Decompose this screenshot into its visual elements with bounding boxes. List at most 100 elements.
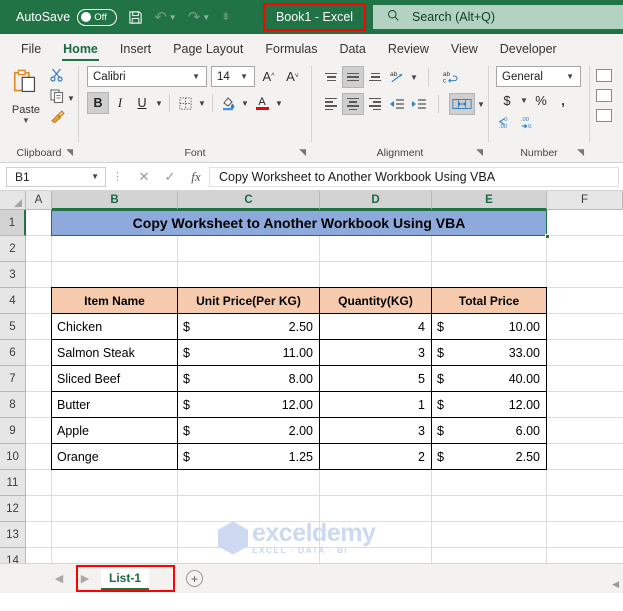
wrap-text-button[interactable]: ab c bbox=[439, 66, 465, 88]
column-header-c[interactable]: C bbox=[178, 191, 320, 210]
increase-font-size-button[interactable]: A ^ bbox=[258, 66, 279, 87]
table-row[interactable]: $2.50 bbox=[431, 443, 547, 470]
row-header-10[interactable]: 10 bbox=[0, 444, 26, 470]
table-row[interactable]: 4 bbox=[319, 313, 432, 340]
borders-chevron-down-icon[interactable]: ▼ bbox=[196, 99, 208, 108]
italic-button[interactable]: I bbox=[109, 92, 131, 114]
copy-button[interactable]: ▼ bbox=[49, 89, 77, 107]
row-header-12[interactable]: 12 bbox=[0, 496, 26, 522]
table-row[interactable]: Salmon Steak bbox=[51, 339, 178, 366]
font-size-combo[interactable]: 14 ▼ bbox=[211, 66, 255, 87]
number-format-chevron-down-icon[interactable]: ▼ bbox=[566, 72, 574, 81]
column-header-a[interactable]: A bbox=[26, 191, 52, 210]
table-row[interactable]: $40.00 bbox=[431, 365, 547, 392]
name-box[interactable]: B1 ▼ bbox=[6, 166, 106, 187]
table-row[interactable]: $2.00 bbox=[177, 417, 320, 444]
cancel-icon[interactable]: ✕ bbox=[131, 169, 157, 185]
tab-home[interactable]: Home bbox=[52, 42, 109, 61]
orientation-button[interactable]: ab bbox=[386, 66, 408, 88]
alignment-dialog-launcher-icon[interactable]: ◥ bbox=[476, 147, 483, 158]
tab-view[interactable]: View bbox=[440, 42, 489, 61]
autosave-toggle[interactable]: Off bbox=[77, 8, 118, 26]
tab-insert[interactable]: Insert bbox=[109, 42, 162, 61]
cut-button[interactable] bbox=[49, 68, 77, 86]
table-row[interactable]: $1.25 bbox=[177, 443, 320, 470]
formula-input[interactable]: Copy Worksheet to Another Workbook Using… bbox=[209, 166, 619, 187]
tab-formulas[interactable]: Formulas bbox=[254, 42, 328, 61]
row-header-6[interactable]: 6 bbox=[0, 340, 26, 366]
table-header-item-name[interactable]: Item Name bbox=[51, 287, 178, 314]
table-row[interactable]: $12.00 bbox=[431, 391, 547, 418]
column-header-b[interactable]: B bbox=[52, 191, 178, 210]
table-row[interactable]: Apple bbox=[51, 417, 178, 444]
tab-file[interactable]: File bbox=[10, 42, 52, 61]
table-row[interactable]: $6.00 bbox=[431, 417, 547, 444]
table-row[interactable]: 1 bbox=[319, 391, 432, 418]
selection-fill-handle[interactable] bbox=[545, 234, 550, 239]
table-row[interactable]: $12.00 bbox=[177, 391, 320, 418]
tab-data[interactable]: Data bbox=[328, 42, 376, 61]
merge-chevron-down-icon[interactable]: ▼ bbox=[475, 100, 487, 109]
increase-indent-button[interactable] bbox=[408, 93, 430, 115]
name-box-chevron-down-icon[interactable]: ▼ bbox=[91, 172, 99, 181]
table-row[interactable]: $11.00 bbox=[177, 339, 320, 366]
tab-developer[interactable]: Developer bbox=[489, 42, 568, 61]
select-all-button[interactable] bbox=[0, 191, 26, 210]
add-sheet-button[interactable]: + bbox=[186, 570, 203, 587]
table-row[interactable]: $8.00 bbox=[177, 365, 320, 392]
paste-chevron-down-icon[interactable]: ▼ bbox=[22, 116, 30, 125]
decrease-font-size-button[interactable]: A ˅ bbox=[282, 66, 303, 87]
row-header-8[interactable]: 8 bbox=[0, 392, 26, 418]
horizontal-scroll-left-icon[interactable]: ◀ bbox=[612, 579, 619, 590]
sheet-tab-list-1[interactable]: List-1 bbox=[101, 568, 150, 590]
bottom-align-button[interactable] bbox=[364, 66, 386, 88]
row-header-5[interactable]: 5 bbox=[0, 314, 26, 340]
table-row[interactable]: $10.00 bbox=[431, 313, 547, 340]
redo-icon[interactable]: ↷ bbox=[188, 10, 201, 25]
merged-title-cell[interactable]: Copy Worksheet to Another Workbook Using… bbox=[51, 210, 547, 236]
row-header-11[interactable]: 11 bbox=[0, 470, 26, 496]
column-header-f[interactable]: F bbox=[547, 191, 623, 210]
cell-styles-icon[interactable] bbox=[596, 109, 612, 122]
row-header-7[interactable]: 7 bbox=[0, 366, 26, 392]
confirm-icon[interactable]: ✓ bbox=[157, 169, 183, 185]
insert-function-icon[interactable]: fx bbox=[183, 169, 209, 185]
tab-page-layout[interactable]: Page Layout bbox=[162, 42, 254, 61]
row-header-4[interactable]: 4 bbox=[0, 288, 26, 314]
number-format-combo[interactable]: General ▼ bbox=[496, 66, 581, 87]
number-dialog-launcher-icon[interactable]: ◥ bbox=[577, 147, 584, 158]
paste-button[interactable]: Paste ▼ bbox=[5, 68, 47, 125]
previous-sheet-icon[interactable]: ◀ bbox=[46, 572, 72, 585]
table-header-quantity[interactable]: Quantity(KG) bbox=[319, 287, 432, 314]
clipboard-dialog-launcher-icon[interactable]: ◥ bbox=[66, 147, 73, 158]
format-painter-button[interactable] bbox=[49, 110, 77, 128]
autosave-control[interactable]: AutoSave Off bbox=[16, 8, 118, 26]
percent-style-button[interactable]: % bbox=[530, 90, 552, 110]
middle-align-button[interactable] bbox=[342, 66, 364, 88]
top-align-button[interactable] bbox=[320, 66, 342, 88]
borders-button[interactable] bbox=[174, 92, 196, 114]
increase-decimal-button[interactable]: 0.00 bbox=[496, 112, 518, 132]
accounting-chevron-down-icon[interactable]: ▼ bbox=[518, 96, 530, 105]
table-row[interactable]: Orange bbox=[51, 443, 178, 470]
conditional-formatting-icon[interactable] bbox=[596, 69, 612, 82]
merge-and-center-button[interactable] bbox=[449, 93, 475, 115]
underline-button[interactable]: U bbox=[131, 92, 153, 114]
redo-chevron-down-icon[interactable]: ▼ bbox=[202, 13, 210, 22]
underline-chevron-down-icon[interactable]: ▼ bbox=[153, 99, 165, 108]
table-row[interactable]: 5 bbox=[319, 365, 432, 392]
table-row[interactable]: 3 bbox=[319, 417, 432, 444]
row-header-1[interactable]: 1 bbox=[0, 210, 26, 236]
bold-button[interactable]: B bbox=[87, 92, 109, 114]
row-header-3[interactable]: 3 bbox=[0, 262, 26, 288]
decrease-indent-button[interactable] bbox=[386, 93, 408, 115]
table-header-total-price[interactable]: Total Price bbox=[431, 287, 547, 314]
center-button[interactable] bbox=[342, 93, 364, 115]
table-row[interactable]: Sliced Beef bbox=[51, 365, 178, 392]
undo-icon[interactable]: ↶ bbox=[154, 10, 167, 25]
align-right-button[interactable] bbox=[364, 93, 386, 115]
column-header-d[interactable]: D bbox=[320, 191, 432, 210]
table-row[interactable]: 3 bbox=[319, 339, 432, 366]
customize-quick-access-icon[interactable]: ⇟ bbox=[221, 11, 230, 23]
align-left-button[interactable] bbox=[320, 93, 342, 115]
